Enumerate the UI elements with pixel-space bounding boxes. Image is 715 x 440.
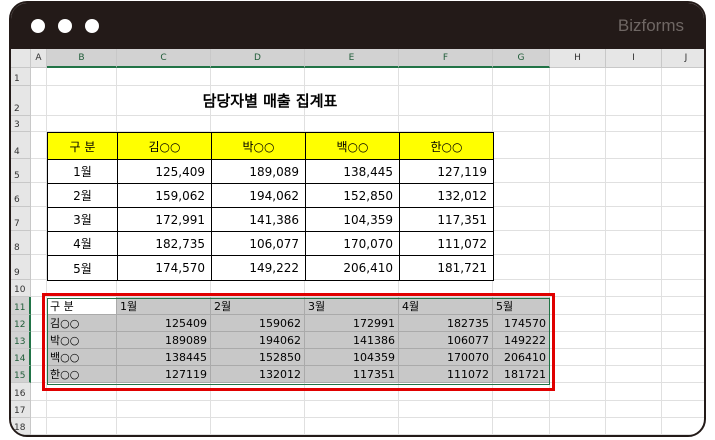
- table-cell[interactable]: 149,222: [211, 255, 306, 281]
- sheet-title: 담당자별 매출 집계표: [202, 92, 338, 110]
- table-cell[interactable]: 3월: [47, 207, 118, 232]
- column-header-g[interactable]: G: [493, 49, 550, 68]
- table-cell[interactable]: 104,359: [305, 207, 400, 232]
- column-header-j[interactable]: J: [662, 49, 704, 68]
- gridline: [31, 400, 704, 401]
- row-header-6[interactable]: 6: [11, 183, 31, 207]
- row-header-5[interactable]: 5: [11, 159, 31, 183]
- table-cell[interactable]: 182,735: [117, 231, 212, 256]
- row-header-10[interactable]: 10: [11, 280, 31, 297]
- gridline: [31, 417, 704, 418]
- table-cell[interactable]: 194,062: [211, 183, 306, 208]
- row-header-3[interactable]: 3: [11, 116, 31, 132]
- table-cell[interactable]: 141,386: [211, 207, 306, 232]
- column-header-h[interactable]: H: [550, 49, 606, 68]
- table-cell[interactable]: 1월: [47, 159, 118, 184]
- table-cell[interactable]: 138,445: [305, 159, 400, 184]
- window-dot-icon[interactable]: [85, 19, 99, 33]
- table-cell[interactable]: 5월: [47, 255, 118, 281]
- highlight-box: [42, 293, 555, 391]
- table-cell[interactable]: 132,012: [399, 183, 494, 208]
- row-header-4[interactable]: 4: [11, 132, 31, 159]
- column-header-e[interactable]: E: [305, 49, 399, 68]
- gridline: [31, 434, 704, 435]
- row-header-7[interactable]: 7: [11, 207, 31, 231]
- table-cell[interactable]: 2월: [47, 183, 118, 208]
- table-header-cell[interactable]: 구 분: [47, 132, 118, 160]
- table-cell[interactable]: 170,070: [305, 231, 400, 256]
- column-header-c[interactable]: C: [117, 49, 211, 68]
- gridline: [605, 68, 606, 435]
- table-cell[interactable]: 111,072: [399, 231, 494, 256]
- column-header-a[interactable]: A: [31, 49, 47, 68]
- row-header-18[interactable]: 18: [11, 418, 31, 435]
- table-cell[interactable]: 189,089: [211, 159, 306, 184]
- table-cell[interactable]: 127,119: [399, 159, 494, 184]
- title-bar: Bizforms: [11, 3, 704, 49]
- row-header-8[interactable]: 8: [11, 231, 31, 255]
- table-cell[interactable]: 125,409: [117, 159, 212, 184]
- row-header-1[interactable]: 1: [11, 68, 31, 86]
- row-header-14[interactable]: 14: [11, 349, 31, 366]
- row-header-2[interactable]: 2: [11, 86, 31, 116]
- brand-logo: Bizforms: [617, 16, 684, 35]
- table-cell[interactable]: 206,410: [305, 255, 400, 281]
- select-all-corner[interactable]: [11, 49, 31, 68]
- table-cell[interactable]: 106,077: [211, 231, 306, 256]
- table-cell[interactable]: 181,721: [399, 255, 494, 281]
- gridline: [661, 68, 662, 435]
- app-window: Bizforms A B C D E F G H I J 1 2 3 4 5 6 7 8 9 10 11 12 13 14 15…: [9, 1, 706, 437]
- table-cell[interactable]: 117,351: [399, 207, 494, 232]
- row-header-15[interactable]: 15: [11, 366, 31, 383]
- row-header-9[interactable]: 9: [11, 255, 31, 280]
- table-header-cell[interactable]: 김○○: [117, 132, 212, 160]
- column-header-i[interactable]: I: [606, 49, 662, 68]
- window-dot-icon[interactable]: [58, 19, 72, 33]
- table-header-cell[interactable]: 한○○: [399, 132, 494, 160]
- row-header-12[interactable]: 12: [11, 315, 31, 332]
- table-cell[interactable]: 152,850: [305, 183, 400, 208]
- column-header-d[interactable]: D: [211, 49, 305, 68]
- table-cell[interactable]: 174,570: [117, 255, 212, 281]
- row-header-16[interactable]: 16: [11, 383, 31, 401]
- column-header-f[interactable]: F: [399, 49, 493, 68]
- row-header-11[interactable]: 11: [11, 297, 31, 315]
- column-header-b[interactable]: B: [47, 49, 117, 68]
- row-header-17[interactable]: 17: [11, 401, 31, 418]
- table-cell[interactable]: 159,062: [117, 183, 212, 208]
- spreadsheet-grid[interactable]: A B C D E F G H I J 1 2 3 4 5 6 7 8 9 10 11 12 13 14 15 16 17 18 담당자…: [11, 49, 704, 435]
- table-header-cell[interactable]: 박○○: [211, 132, 306, 160]
- table-cell[interactable]: 172,991: [117, 207, 212, 232]
- row-header-13[interactable]: 13: [11, 332, 31, 349]
- table-header-cell[interactable]: 백○○: [305, 132, 400, 160]
- table-cell[interactable]: 4월: [47, 231, 118, 256]
- window-dot-icon[interactable]: [31, 19, 45, 33]
